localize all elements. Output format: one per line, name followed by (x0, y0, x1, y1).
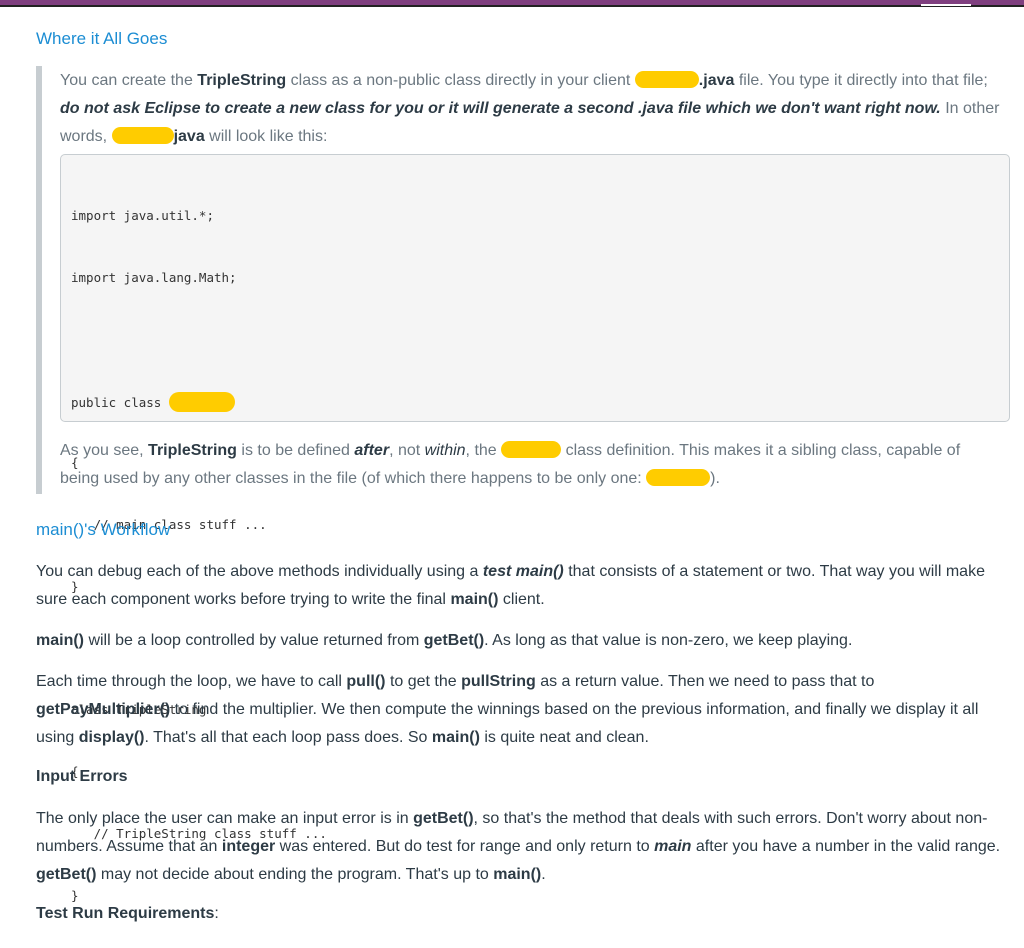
input-errors-paragraph: The only place the user can make an inpu… (36, 805, 1011, 889)
bold-display: display() (78, 729, 145, 746)
text: , not (389, 442, 425, 459)
workflow-paragraph-2: main() will be a loop controlled by valu… (36, 627, 1011, 655)
redacted-mark (634, 71, 699, 88)
top-navigation-bar (0, 0, 1024, 7)
after-paragraph: As you see, TripleString is to be define… (60, 437, 980, 493)
text: . That's all that each loop pass does. S… (144, 729, 432, 746)
text: The only place the user can make an inpu… (36, 810, 414, 827)
text: . (541, 866, 546, 883)
text: as a return value. Then we need to pass … (535, 673, 875, 690)
bold-java: .java (698, 72, 735, 89)
text: may not decide about ending the program.… (96, 866, 494, 883)
bold-main: main() (450, 591, 499, 608)
bold-main: main() (493, 866, 542, 883)
bold-italic-main: main (654, 838, 692, 855)
redacted-mark (168, 391, 235, 412)
bold-italic-warning: do not ask Eclipse to create a new class… (60, 100, 941, 117)
text: . As long as that value is non-zero, we … (484, 632, 853, 649)
heading-text: Test Run Requirements (36, 905, 215, 922)
text: will be a loop controlled by value retur… (84, 632, 424, 649)
text: was entered. But do test for range and o… (275, 838, 655, 855)
code-line-public-class: public class (71, 391, 327, 413)
text: to get the (385, 673, 462, 690)
heading-colon: : (214, 905, 219, 922)
text: client. (498, 591, 545, 608)
bold-java: java (173, 128, 205, 145)
bold-getbet: getBet() (423, 632, 485, 649)
redacted-mark (501, 441, 562, 458)
bold-getpaymultiplier: getPayMultiplier() (36, 701, 171, 718)
bold-italic-after: after (354, 442, 390, 459)
text: is to be defined (236, 442, 355, 459)
text: ). (710, 470, 720, 487)
bold-main: main() (431, 729, 480, 746)
text: class as a non-public class directly in … (286, 72, 635, 89)
bold-triplestring: TripleString (148, 442, 237, 459)
bold-main: main() (36, 632, 84, 649)
text: Each time through the loop, we have to c… (36, 673, 347, 690)
text: will look like this: (204, 128, 328, 145)
italic-within: within (424, 442, 466, 459)
redacted-mark (646, 469, 711, 486)
bold-getbet: getBet() (413, 810, 474, 827)
workflow-paragraph-1: You can debug each of the above methods … (36, 558, 1011, 614)
text: You can debug each of the above methods … (36, 563, 483, 580)
bold-triplestring: TripleString (197, 72, 287, 89)
heading-input-errors: Input Errors (36, 768, 128, 785)
code-block: import java.util.*; import java.lang.Mat… (60, 154, 1010, 903)
code-text: public class (71, 394, 169, 410)
heading-where-it-all-goes: Where it All Goes (36, 29, 168, 48)
bold-pull: pull() (346, 673, 386, 690)
text: You can create the (60, 72, 198, 89)
bold-getbet: getBet() (36, 866, 97, 883)
active-tab-indicator (921, 4, 971, 6)
bold-italic-test-main: test main() (482, 563, 564, 580)
text: , the (465, 442, 502, 459)
code-line: import java.util.*; (71, 208, 214, 224)
bold-pullstring: pullString (461, 673, 536, 690)
bold-integer: integer (221, 838, 276, 855)
heading-test-run-requirements: Test Run Requirements: (36, 905, 219, 923)
text: is quite neat and clean. (479, 729, 649, 746)
redacted-mark (111, 127, 174, 144)
text: As you see, (60, 442, 149, 459)
text: file. You type it directly into that fil… (734, 72, 988, 89)
intro-paragraph: You can create the TripleString class as… (60, 67, 1010, 151)
code-line: import java.lang.Math; (71, 269, 237, 285)
heading-main-workflow: main()'s Workflow (36, 520, 171, 539)
workflow-paragraph-3: Each time through the loop, we have to c… (36, 668, 1011, 752)
text: after you have a number in the valid ran… (691, 838, 1001, 855)
